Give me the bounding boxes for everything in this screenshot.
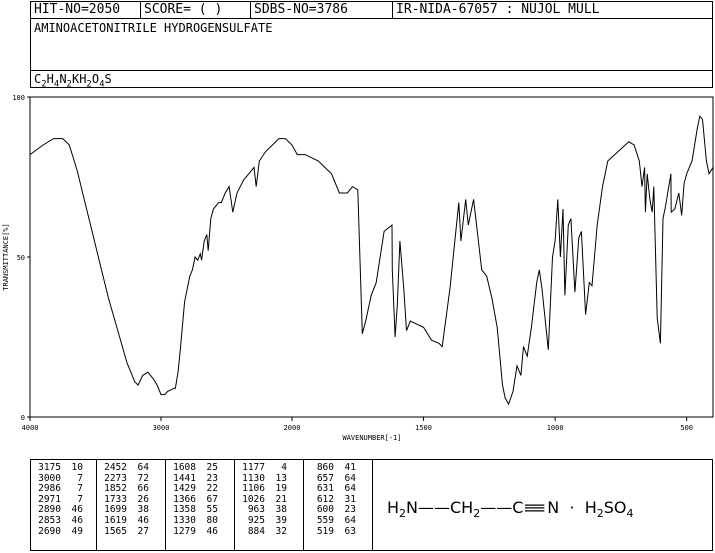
peak-wavenumber: 2452 <box>104 462 127 473</box>
peak-wavenumber: 2690 <box>38 525 61 537</box>
peak-transmittance: 25 <box>206 462 218 473</box>
peak-wavenumber: 519 <box>316 525 334 537</box>
x-tick-label: 1000 <box>547 424 564 432</box>
peak-wavenumber: 2853 <box>38 514 61 526</box>
peak-transmittance: 27 <box>137 525 149 537</box>
plot-frame <box>29 96 714 418</box>
peak-wavenumber: 925 <box>247 514 265 526</box>
ir-spectrum-chart: 0 50 100 4000 3000 2000 1500 1000 500 TRANSMITT… <box>2 94 714 442</box>
x-tick-label: 500 <box>680 424 693 432</box>
peak-transmittance: 32 <box>275 525 287 537</box>
peak-row: 1177 4 <box>235 462 303 474</box>
peak-row: 612 31 <box>304 494 372 506</box>
peak-row: 884 32 <box>235 525 303 538</box>
x-axis-label: WAVENUMBER[-1] <box>342 434 401 442</box>
peak-transmittance: 41 <box>344 462 356 473</box>
peak-column: 1177 4 1130 13 1106 19 1026 21 963 38 925 39 884 32 <box>235 460 304 550</box>
y-tick-label: 50 <box>17 254 25 262</box>
peak-row: 925 39 <box>235 514 303 527</box>
peak-row: 860 41 <box>304 462 372 474</box>
peak-wavenumber: 884 <box>247 525 265 537</box>
peak-column: 2452 64 2273 72 1852 66 1733 26 1699 38 1619 46 1565… <box>97 460 166 550</box>
peak-transmittance: 64 <box>137 462 149 473</box>
peak-wavenumber: 1619 <box>104 514 127 526</box>
peak-wavenumber: 1565 <box>104 525 127 537</box>
peak-row: 1330 80 <box>166 514 234 527</box>
peak-row: 1026 21 <box>235 494 303 506</box>
peak-row: 559 64 <box>304 514 372 527</box>
peak-transmittance: 49 <box>71 525 83 537</box>
peak-transmittance: 39 <box>275 514 287 526</box>
peak-transmittance: 10 <box>71 462 83 473</box>
peak-row: 1608 25 <box>166 462 234 474</box>
peak-row: 631 64 <box>304 484 372 495</box>
y-axis-label: TRANSMITTANCE[%] <box>2 223 10 290</box>
x-tick-label: 1500 <box>415 424 432 432</box>
peak-row: 600 23 <box>304 505 372 516</box>
peak-row: 2452 64 <box>97 462 165 474</box>
peak-transmittance: 46 <box>137 514 149 526</box>
peak-transmittance: 46 <box>71 514 83 526</box>
y-axis-ticks: 0 50 100 <box>12 94 30 422</box>
peak-wavenumber: 860 <box>316 462 334 473</box>
x-tick-label: 2000 <box>284 424 301 432</box>
peak-row: 519 63 <box>304 525 372 538</box>
peak-row: 3175 10 <box>31 462 96 474</box>
structure-formula: H2N——CH2——C≡≡ N · H2SO4 <box>387 498 634 521</box>
peak-wavenumber: 1330 <box>173 514 196 526</box>
y-tick-label: 0 <box>21 414 25 422</box>
peak-wavenumber: 1279 <box>173 525 196 537</box>
peak-wavenumber: 1177 <box>242 462 265 473</box>
peak-row: 657 64 <box>304 473 372 485</box>
x-tick-label: 4000 <box>22 424 39 432</box>
peak-column: 1608 25 1441 23 1429 22 1366 67 1358 55 1330 80 1279… <box>166 460 235 550</box>
peak-transmittance: 46 <box>206 525 218 537</box>
peak-row: 1619 46 <box>97 514 165 527</box>
peak-transmittance: 4 <box>281 462 287 473</box>
peak-row: 963 38 <box>235 505 303 516</box>
peak-table: 3175 10 3000 7 2986 7 2971 7 2890 46 2853 46 2690 49 2… <box>30 459 373 551</box>
x-axis-ticks: 4000 3000 2000 1500 1000 500 <box>22 417 693 432</box>
peak-transmittance: 63 <box>344 525 356 537</box>
peak-wavenumber: 559 <box>316 514 334 526</box>
peak-transmittance: 64 <box>344 514 356 526</box>
x-tick-label: 3000 <box>153 424 170 432</box>
peak-transmittance: 80 <box>206 514 218 526</box>
peak-column: 3175 10 3000 7 2986 7 2971 7 2890 46 2853 46 2690 49 <box>31 460 97 550</box>
peak-wavenumber: 3175 <box>38 462 61 473</box>
peak-row: 2690 49 <box>31 525 96 538</box>
peak-column: 860 41 657 64 631 64 612 31 600 23 559 64 519 63 <box>304 460 372 550</box>
peak-row: 2853 46 <box>31 514 96 527</box>
y-tick-label: 100 <box>12 94 25 102</box>
peak-row: 1279 46 <box>166 525 234 538</box>
peak-row: 1565 27 <box>97 525 165 538</box>
peak-wavenumber: 1608 <box>173 462 196 473</box>
structure-box: H2N——CH2——C≡≡ N · H2SO4 <box>372 459 713 551</box>
spectrum-line <box>29 115 714 406</box>
